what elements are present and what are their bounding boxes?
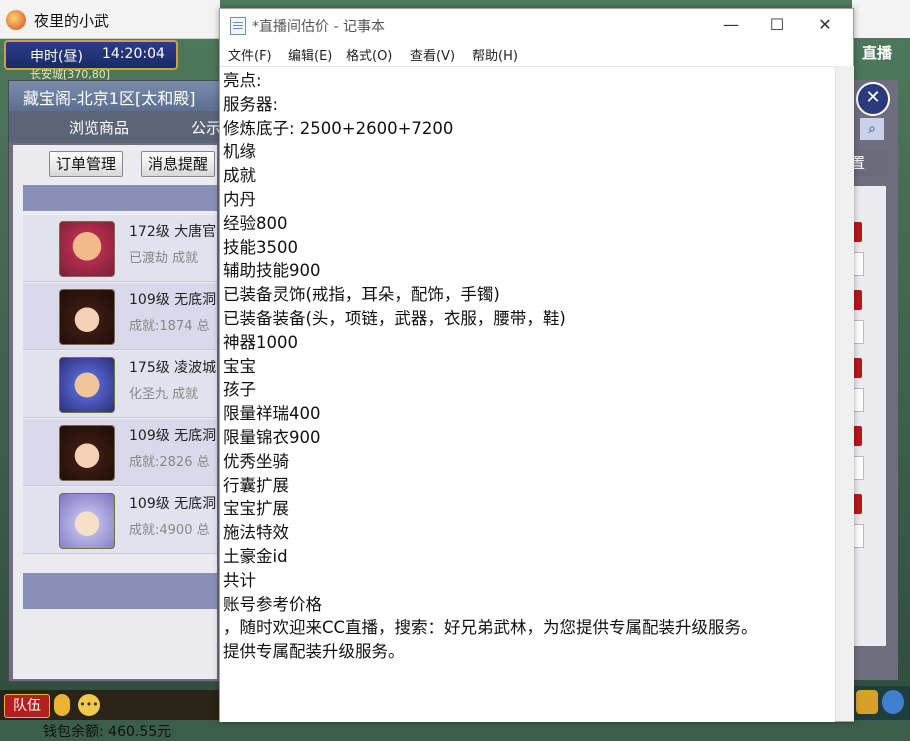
menu-format[interactable]: 格式(O) [346, 45, 392, 64]
menu-edit[interactable]: 编辑(E) [288, 45, 332, 64]
bag-icon[interactable] [856, 690, 878, 714]
notepad-titlebar[interactable]: *直播间估价 - 记事本 — ☐ ✕ [220, 9, 853, 41]
system-icon[interactable] [882, 690, 904, 714]
team-button[interactable]: 队伍 [4, 694, 50, 718]
item-title: 109级 无底洞 [129, 292, 217, 308]
order-management-button[interactable]: 订单管理 [49, 151, 124, 177]
panel-body: 订单管理 消息提醒 172级 大唐官 已渡劫 成就 109级 无底洞 成就:18… [13, 145, 217, 740]
chat-icon[interactable]: ••• [78, 694, 100, 716]
text-line: 行囊扩展 [223, 475, 289, 495]
list-footer [23, 573, 217, 609]
list-item[interactable]: 172级 大唐官 已渡劫 成就 [23, 215, 217, 282]
item-title: 172级 大唐官 [129, 224, 217, 240]
hud-time-label: 申时(昼) [30, 49, 83, 65]
text-line: 辅助技能900 [223, 261, 321, 281]
text-line: 成就 [223, 166, 256, 186]
text-line: 限量祥瑞400 [223, 404, 321, 424]
editor-text: 亮点: 服务器: 修炼底子: 2500+2600+7200 机缘成就内丹经验800 技能… [223, 69, 758, 664]
game-titlebar: 夜里的小武 [0, 0, 220, 39]
text-line: 已装备装备(头，项链，武器，衣服，腰带，鞋) [223, 308, 566, 328]
text-line: 土豪金id [223, 546, 288, 566]
mic-icon[interactable] [54, 694, 70, 716]
menu-file[interactable]: 文件(F) [228, 45, 272, 64]
vertical-scrollbar[interactable] [835, 66, 854, 721]
maximize-button[interactable]: ☐ [752, 9, 802, 41]
list-item[interactable]: 175级 凌波城 化圣九 成就 [23, 351, 217, 418]
text-line: 限量锦衣900 [223, 427, 321, 447]
tab-browse[interactable]: 浏览商品 [69, 117, 129, 138]
cc-live-logo: 直播 [852, 38, 910, 66]
minimize-button[interactable]: — [706, 9, 756, 41]
avatar [59, 425, 115, 481]
text-line: 已装备灵饰(戒指，耳朵，配饰，手镯) [223, 285, 500, 305]
text-line: 施法特效 [223, 523, 289, 543]
avatar [59, 221, 115, 277]
item-title: 175级 凌波城 [129, 360, 217, 376]
text-line: 提供专属配装升级服务。 [223, 642, 405, 662]
text-line: 孩子 [223, 380, 256, 400]
list-item[interactable]: 109级 无底洞 成就:4900 总 [23, 487, 217, 554]
text-line: 宝宝 [223, 356, 256, 376]
item-subtitle: 已渡劫 成就 [129, 251, 199, 266]
close-button[interactable]: ✕ [800, 9, 850, 41]
text-line: 修炼底子: 2500+2600+7200 [223, 118, 454, 138]
text-line: 经验800 [223, 213, 288, 233]
item-subtitle: 成就:1874 总 [129, 319, 210, 334]
tab-gongshi[interactable]: 公示 [191, 117, 221, 138]
cc-logo-text: 直播 [862, 44, 893, 62]
panel-tabs: 浏览商品 公示 [9, 111, 221, 143]
item-subtitle: 成就:4900 总 [129, 523, 210, 538]
notepad-window: *直播间估价 - 记事本 — ☐ ✕ 文件(F) 编辑(E) 格式(O) 查看(… [219, 8, 854, 722]
game-window-title: 夜里的小武 [34, 12, 110, 30]
notepad-icon [230, 17, 246, 35]
text-line: 宝宝扩展 [223, 499, 289, 519]
menu-view[interactable]: 查看(V) [410, 45, 455, 64]
text-line: 技能3500 [223, 237, 298, 257]
search-icon[interactable]: ⌕ [860, 118, 884, 140]
text-line: 共计 [223, 570, 256, 590]
message-reminder-button[interactable]: 消息提醒 [141, 151, 216, 177]
text-line: 机缘 [223, 142, 256, 162]
list-item[interactable]: 109级 无底洞 成就:2826 总 [23, 419, 217, 486]
text-line: 神器1000 [223, 332, 298, 352]
text-line: 账号参考价格 [223, 594, 322, 614]
avatar [59, 357, 115, 413]
cangbaoge-panel: 藏宝阁-北京1区[太和殿] 浏览商品 公示 订单管理 消息提醒 172级 大唐官… [8, 80, 222, 740]
bottom-right-icons [852, 686, 910, 720]
item-subtitle: 成就:2826 总 [129, 455, 210, 470]
menu-help[interactable]: 帮助(H) [472, 45, 518, 64]
item-title: 109级 无底洞 [129, 496, 217, 512]
text-line: 亮点: [223, 71, 262, 90]
notepad-menubar: 文件(F) 编辑(E) 格式(O) 查看(V) 帮助(H) [220, 41, 853, 65]
wallet-balance: 钱包余额: 460.55元 [43, 724, 172, 740]
notepad-title: *直播间估价 - 记事本 [252, 19, 385, 35]
list-item[interactable]: 109级 无底洞 成就:1874 总 [23, 283, 217, 350]
list-header [23, 185, 217, 211]
panel-header: 藏宝阁-北京1区[太和殿] [9, 81, 221, 111]
text-line: 内丹 [223, 189, 256, 209]
hud-time-value: 14:20:04 [102, 46, 165, 62]
close-icon[interactable]: ✕ [856, 82, 890, 116]
text-line: 优秀坐骑 [223, 451, 289, 471]
panel-title: 藏宝阁-北京1区[太和殿] [23, 89, 196, 108]
avatar [59, 289, 115, 345]
text-line: 服务器: [223, 94, 279, 114]
app-icon [6, 10, 26, 30]
notepad-editor[interactable]: 亮点: 服务器: 修炼底子: 2500+2600+7200 机缘成就内丹经验800 技能… [220, 66, 835, 722]
game-titlebar-right [852, 0, 910, 38]
avatar [59, 493, 115, 549]
text-line: ，随时欢迎来CC直播，搜索：好兄弟武林，为您提供专属配装升级服务。 [223, 618, 758, 638]
item-title: 109级 无底洞 [129, 428, 217, 444]
item-subtitle: 化圣九 成就 [129, 387, 199, 402]
